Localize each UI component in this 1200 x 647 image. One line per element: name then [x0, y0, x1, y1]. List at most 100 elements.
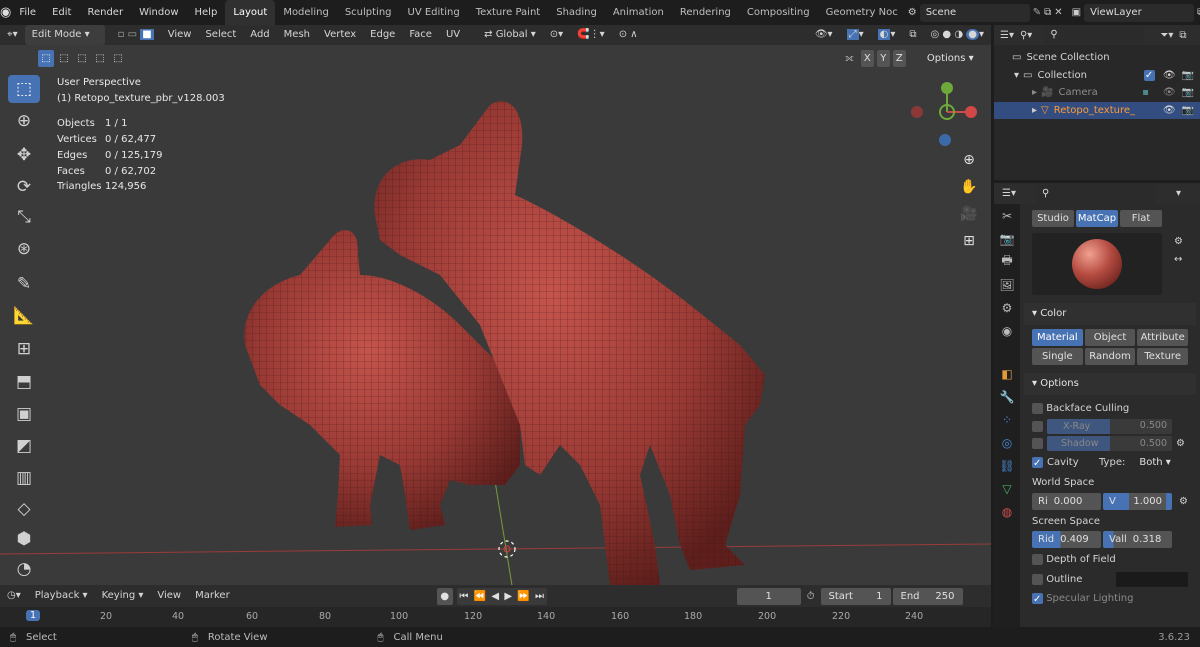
particles-tab-icon[interactable]: ⁘	[994, 408, 1020, 431]
lighting-studio-tab[interactable]: Studio	[1032, 210, 1074, 227]
jump-end-icon[interactable]: ⏭	[535, 588, 544, 605]
transform-orientation[interactable]: ⇄ Global ▾	[477, 25, 543, 45]
collection-exclude-checkbox[interactable]	[1143, 67, 1155, 84]
menu-timeline-view[interactable]: View	[150, 586, 188, 606]
visibility-icon[interactable]: 👁▾	[808, 25, 840, 45]
record-icon[interactable]: ●	[436, 587, 453, 605]
options-panel-header[interactable]: ▾ Options	[1024, 373, 1196, 395]
start-frame-field[interactable]: Start 1	[820, 587, 891, 605]
outliner-item-camera[interactable]: ▸ 🎥 Camera ▪ 👁 📷	[994, 84, 1200, 102]
modifiers-tab-icon[interactable]: 🔧	[994, 385, 1020, 408]
overlays-icon[interactable]: ◐ ▾	[871, 25, 903, 45]
view-layer-selector[interactable]: ViewLayer	[1084, 3, 1195, 22]
play-reverse-icon[interactable]: ◀	[491, 588, 499, 605]
material-tab-icon[interactable]: ◍	[994, 500, 1020, 523]
specular-lighting-row[interactable]: Specular Lighting	[1032, 589, 1188, 609]
matcap-settings-icon[interactable]: ⚙	[1174, 233, 1183, 251]
constraints-tab-icon[interactable]: ⛓	[994, 454, 1020, 477]
current-frame-field[interactable]: 1	[736, 587, 801, 605]
tab-layout[interactable]: Layout	[225, 0, 276, 25]
color-random-button[interactable]: Random	[1084, 348, 1136, 365]
eye-icon[interactable]: 👁	[1163, 102, 1176, 120]
menu-keying[interactable]: Keying ▾	[95, 586, 151, 606]
depth-of-field-row[interactable]: Depth of Field	[1032, 550, 1188, 570]
jump-keyframe-back-icon[interactable]: ⏪	[474, 588, 486, 605]
pin-icon[interactable]: ✎	[1033, 7, 1041, 18]
menu-mesh[interactable]: Mesh	[277, 25, 317, 45]
shadow-settings-icon[interactable]: ⚙	[1176, 434, 1188, 454]
pan-hand-icon[interactable]: ✋	[958, 176, 980, 198]
cavity-type-dropdown[interactable]: Both ▾	[1135, 454, 1180, 472]
tab-shading[interactable]: Shading	[548, 0, 605, 25]
menu-select[interactable]: Select	[198, 25, 243, 45]
menu-edit[interactable]: Edit	[44, 0, 79, 25]
world-space-settings-icon[interactable]: ⚙	[1174, 492, 1188, 512]
color-material-button[interactable]: Material	[1032, 329, 1083, 346]
timeline-ruler[interactable]: 1 20 40 60 80 100 120 140 160 180 200 22…	[0, 607, 991, 627]
output-tab-icon[interactable]: 🖶	[994, 250, 1020, 273]
navigation-gizmo[interactable]	[905, 80, 985, 160]
data-tab-icon[interactable]: ▽	[994, 477, 1020, 500]
pivot-icon[interactable]: ⊙▾	[543, 25, 570, 45]
tab-modeling[interactable]: Modeling	[275, 0, 337, 25]
physics-tab-icon[interactable]: ◎	[994, 431, 1020, 454]
eye-icon[interactable]: 👁	[1163, 67, 1176, 85]
collection-row[interactable]: ▾ ▭Collection 👁 📷	[994, 67, 1200, 85]
properties-search-input[interactable]: ⚲	[1035, 184, 1156, 203]
select-mode-icons[interactable]: ▫ ▭ ■	[111, 25, 161, 45]
scene-tab-icon[interactable]: ⚙	[994, 296, 1020, 319]
scene-selector[interactable]: Scene	[919, 3, 1030, 22]
perspective-grid-icon[interactable]: ⊞	[958, 230, 980, 252]
outliner-search-input[interactable]: ⚲	[1044, 26, 1145, 44]
filter-icon[interactable]: ⏷▾	[1160, 30, 1173, 41]
scene-collection-row[interactable]: ▭ Scene Collection	[994, 49, 1200, 67]
tab-sculpting[interactable]: Sculpting	[337, 0, 400, 25]
properties-editor-icon[interactable]: ☰▾	[1002, 188, 1016, 199]
color-texture-button[interactable]: Texture	[1137, 348, 1188, 365]
play-icon[interactable]: ▶	[504, 588, 512, 605]
menu-uv[interactable]: UV	[439, 25, 467, 45]
specular-checkbox[interactable]	[1032, 590, 1043, 609]
render-tab-icon[interactable]: 📷	[994, 227, 1020, 250]
matcap-flip-icon[interactable]: ↔	[1174, 251, 1183, 269]
view-layer-tab-icon[interactable]: 🖼	[994, 273, 1020, 296]
outline-color-swatch[interactable]	[1116, 571, 1188, 587]
xray-icon[interactable]: ⧉	[902, 25, 923, 45]
menu-edge[interactable]: Edge	[363, 25, 402, 45]
xray-checkbox[interactable]	[1032, 420, 1043, 432]
tab-geometry-nodes[interactable]: Geometry Noc	[818, 0, 906, 25]
matcap-preview[interactable]	[1032, 233, 1162, 295]
mode-selector[interactable]: Edit Mode ▾	[24, 25, 105, 45]
lighting-flat-tab[interactable]: Flat	[1120, 210, 1162, 227]
screen-valley-field[interactable]: Vall 0.318	[1103, 531, 1172, 548]
camera-view-icon[interactable]: 🎥	[958, 203, 980, 225]
menu-render[interactable]: Render	[79, 0, 131, 25]
zoom-icon[interactable]: ⊕	[958, 149, 980, 171]
camera-render-icon[interactable]: 📷	[1182, 84, 1194, 102]
tab-animation[interactable]: Animation	[605, 0, 672, 25]
tool-tab-icon[interactable]: ✂	[994, 204, 1020, 227]
delete-scene-icon[interactable]: ✕	[1054, 7, 1062, 18]
jump-start-icon[interactable]: ⏮	[459, 588, 468, 605]
editor-type-icon[interactable]: ⌖▾	[0, 25, 25, 45]
playback-controls[interactable]: ⏮ ⏪ ◀ ▶ ⏩ ⏭	[456, 587, 547, 605]
properties-options-icon[interactable]: ▾	[1176, 188, 1181, 199]
backface-culling-checkbox[interactable]	[1032, 402, 1043, 414]
shadow-checkbox[interactable]	[1032, 437, 1043, 449]
world-tab-icon[interactable]: ◉	[994, 319, 1020, 342]
menu-help[interactable]: Help	[187, 0, 226, 25]
menu-view[interactable]: View	[161, 25, 199, 45]
menu-add[interactable]: Add	[243, 25, 276, 45]
color-single-button[interactable]: Single	[1032, 348, 1083, 365]
camera-render-icon[interactable]: 📷	[1182, 67, 1194, 85]
world-valley-field[interactable]: V 1.000	[1103, 493, 1172, 511]
shadow-slider[interactable]: Shadow 0.500	[1047, 435, 1172, 451]
tab-rendering[interactable]: Rendering	[672, 0, 739, 25]
color-object-button[interactable]: Object	[1084, 329, 1136, 346]
cavity-checkbox[interactable]	[1032, 454, 1043, 474]
eye-icon[interactable]: 👁	[1163, 84, 1176, 102]
color-attribute-button[interactable]: Attribute	[1137, 329, 1188, 346]
menu-file[interactable]: File	[11, 0, 44, 25]
timeline-editor-icon[interactable]: ◷▾	[0, 586, 28, 606]
mesh-model[interactable]	[0, 45, 991, 585]
